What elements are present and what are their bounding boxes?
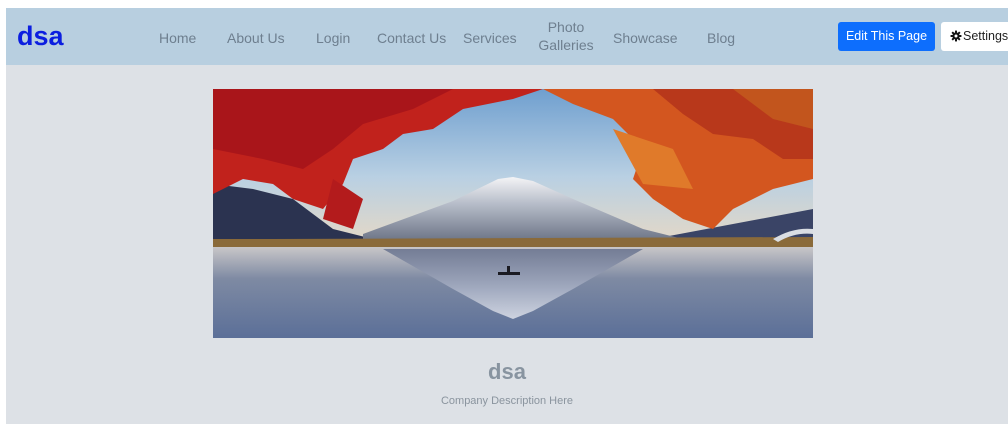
settings-button[interactable]: Settings — [941, 22, 1008, 51]
nav-link-about-us[interactable]: About Us — [227, 29, 285, 47]
settings-button-label: Settings — [963, 29, 1008, 43]
nav-link-home[interactable]: Home — [159, 29, 196, 47]
nav-link-photo-galleries-line1: Photo — [547, 19, 585, 35]
nav-link-photo-galleries-line2: Galleries — [538, 37, 594, 53]
nav-link-contact-us[interactable]: Contact Us — [377, 29, 446, 47]
nav-link-showcase[interactable]: Showcase — [613, 29, 678, 47]
hero-image — [213, 89, 813, 338]
nav-link-services[interactable]: Services — [463, 29, 517, 47]
top-navbar: dsa Home About Us Login Contact Us Servi… — [6, 8, 1008, 65]
nav-link-photo-galleries[interactable]: Photo Galleries — [536, 18, 596, 54]
site-title: dsa — [488, 359, 526, 384]
nav-link-blog[interactable]: Blog — [707, 29, 735, 47]
site-description: Company Description Here — [440, 395, 574, 407]
page: dsa Home About Us Login Contact Us Servi… — [6, 8, 1008, 424]
nav-link-login[interactable]: Login — [316, 29, 350, 47]
gear-icon — [950, 24, 962, 53]
brand-logo-text[interactable]: dsa — [17, 20, 64, 52]
edit-this-page-button[interactable]: Edit This Page — [838, 22, 935, 51]
